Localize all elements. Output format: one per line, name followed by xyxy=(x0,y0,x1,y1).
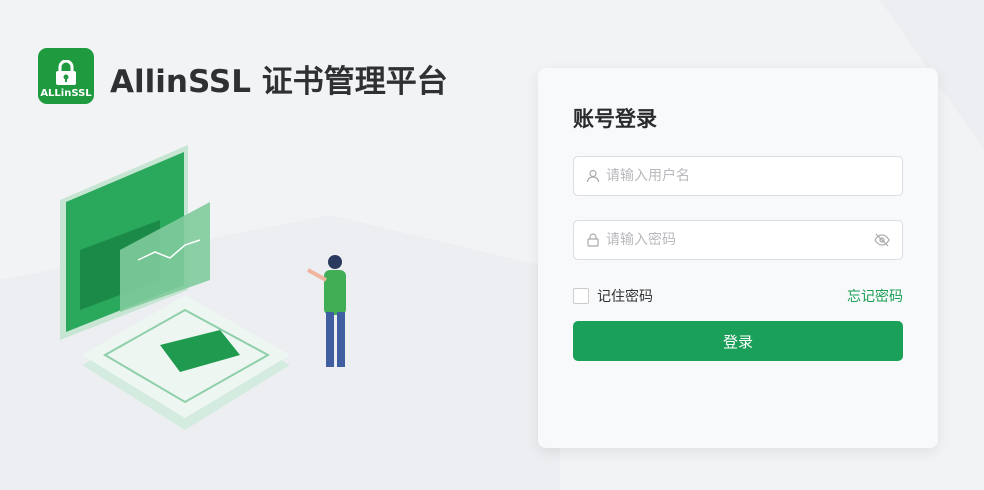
user-icon xyxy=(586,169,600,183)
remember-label: 记住密码 xyxy=(597,289,653,305)
app-title: AllinSSL 证书管理平台 xyxy=(110,64,448,100)
username-input[interactable] xyxy=(606,168,890,184)
login-card: 账号登录 记住密码 忘记密码 登录 xyxy=(538,68,938,448)
hero-illustration xyxy=(60,145,346,430)
eye-off-icon[interactable] xyxy=(874,233,890,247)
login-button[interactable]: 登录 xyxy=(573,321,903,361)
login-heading: 账号登录 xyxy=(573,107,657,131)
password-input[interactable] xyxy=(606,232,874,248)
app-logo: ALLinSSL xyxy=(38,48,94,104)
lock-icon xyxy=(587,233,599,247)
lock-icon xyxy=(56,60,76,85)
forgot-password-link[interactable]: 忘记密码 xyxy=(847,286,903,306)
logo-text: ALLinSSL xyxy=(40,88,92,99)
remember-checkbox[interactable] xyxy=(573,288,589,304)
remember-password[interactable]: 记住密码 xyxy=(573,286,653,306)
password-field[interactable] xyxy=(573,220,903,260)
username-field[interactable] xyxy=(573,156,903,196)
